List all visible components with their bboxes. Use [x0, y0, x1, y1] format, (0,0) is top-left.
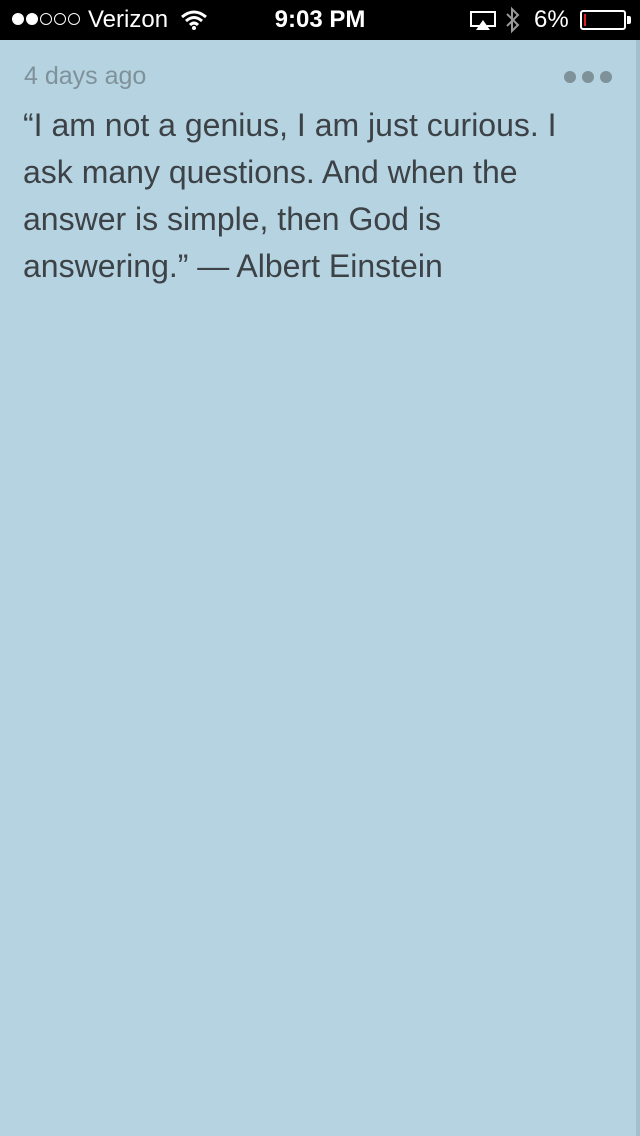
- post-text: “I am not a genius, I am just curious. I…: [23, 107, 557, 284]
- battery-icon: [580, 10, 626, 30]
- airplay-icon: [470, 10, 496, 38]
- battery-fill: [584, 14, 586, 26]
- more-dot: [582, 71, 594, 83]
- bluetooth-icon: [505, 6, 521, 41]
- more-dot: [600, 71, 612, 83]
- battery-nub: [627, 16, 631, 24]
- status-bar: Verizon 9:03 PM 6%: [0, 0, 640, 40]
- more-options-icon[interactable]: [564, 71, 612, 91]
- post-card[interactable]: 4 days ago “I am not a genius, I am just…: [0, 40, 640, 1136]
- more-dot: [564, 71, 576, 83]
- battery-percent: 6%: [534, 6, 569, 33]
- post-timestamp: 4 days ago: [24, 62, 147, 90]
